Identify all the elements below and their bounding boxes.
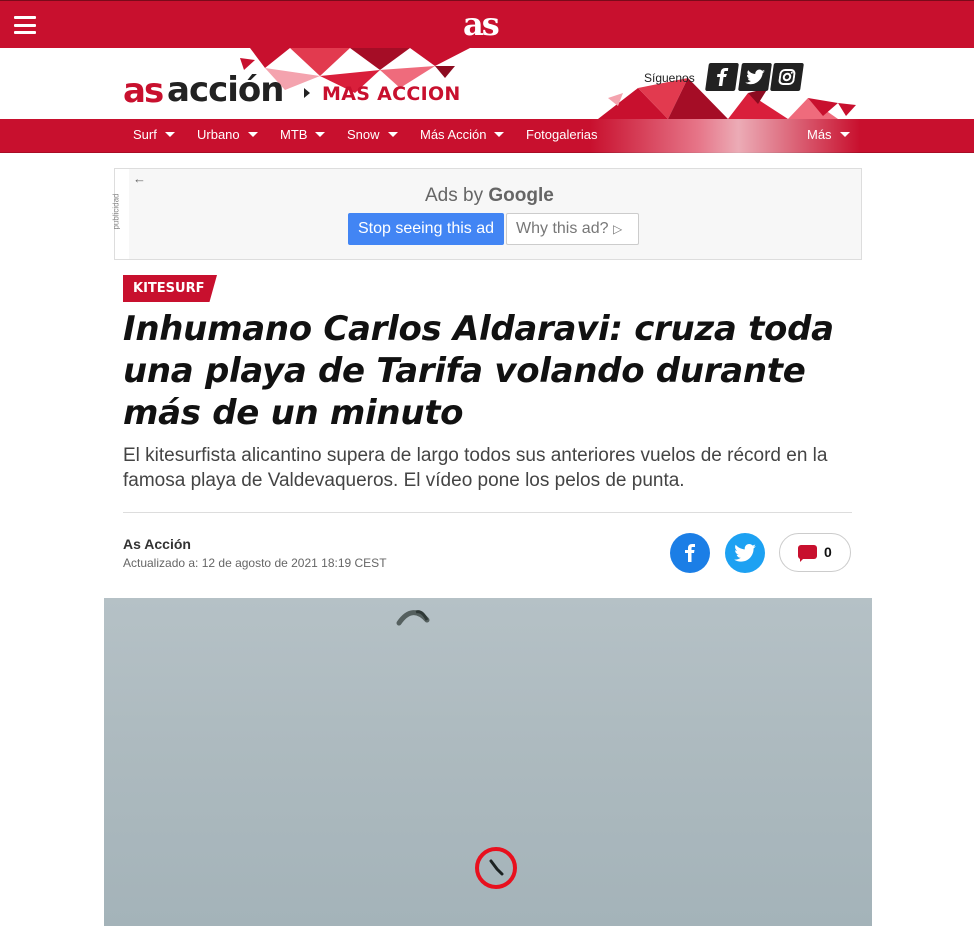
chevron-down-icon	[839, 132, 850, 137]
chevron-down-icon	[494, 132, 505, 137]
author-name[interactable]: As Acción	[123, 536, 191, 552]
ad-label: publicidad	[112, 169, 129, 259]
hamburger-menu-icon[interactable]	[14, 16, 36, 34]
instagram-icon[interactable]	[770, 63, 804, 91]
nav-item-more[interactable]: Más	[807, 127, 850, 142]
chevron-down-icon	[315, 132, 326, 137]
ads-by-google: Ads by Google	[425, 185, 554, 206]
as-logo[interactable]: as	[463, 5, 500, 43]
share-twitter-icon[interactable]	[725, 533, 765, 573]
divider	[123, 512, 852, 513]
article-standfirst: El kitesurfista alicantino supera de lar…	[123, 445, 828, 491]
chevron-down-icon	[387, 132, 398, 137]
back-arrow-icon[interactable]: ←	[133, 171, 146, 186]
main-nav: Surf Urbano MTB Snow Más Acción Fotogale…	[0, 119, 974, 153]
category-tag[interactable]: KITESURF	[123, 275, 217, 302]
top-bar: as	[0, 0, 974, 48]
nav-item-urbano[interactable]: Urbano	[197, 127, 258, 142]
nav-item-mtb[interactable]: MTB	[280, 127, 326, 142]
brand-accion[interactable]: acción	[167, 70, 284, 110]
article-video-image[interactable]	[104, 598, 872, 926]
stop-seeing-ad-button[interactable]: Stop seeing this ad	[348, 213, 504, 245]
section-title[interactable]: MAS ACCION	[322, 83, 461, 105]
comments-button[interactable]: 0	[779, 533, 851, 572]
updated-timestamp: Actualizado a: 12 de agosto de 2021 18:1…	[123, 556, 387, 570]
nav-item-mas-accion[interactable]: Más Acción	[420, 127, 505, 142]
rider-figure	[489, 859, 504, 876]
breadcrumb-arrow-icon	[304, 88, 310, 98]
nav-item-surf[interactable]: Surf	[133, 127, 175, 142]
brand-as[interactable]: as	[123, 71, 164, 111]
ad-slot: publicidad ← Ads by Google Stop seeing t…	[112, 168, 862, 260]
facebook-icon[interactable]	[705, 63, 739, 91]
chevron-down-icon	[164, 132, 175, 137]
chevron-down-icon	[247, 132, 258, 137]
article-headline: Inhumano Carlos Aldaravi: cruza toda una…	[123, 309, 834, 433]
comment-count: 0	[824, 544, 832, 560]
twitter-icon[interactable]	[738, 63, 772, 91]
brand-bar: as acción MAS ACCION Síguenos	[0, 48, 974, 119]
nav-item-fotogalerias[interactable]: Fotogalerias	[526, 127, 598, 142]
why-this-ad-button[interactable]: Why this ad? ▷	[506, 213, 639, 245]
kite-scene	[396, 610, 517, 889]
share-facebook-icon[interactable]	[670, 533, 710, 573]
adchoices-icon: ▷	[612, 222, 623, 236]
comment-bubble-icon	[798, 545, 817, 562]
nav-item-snow[interactable]: Snow	[347, 127, 398, 142]
follow-label: Síguenos	[644, 71, 695, 85]
